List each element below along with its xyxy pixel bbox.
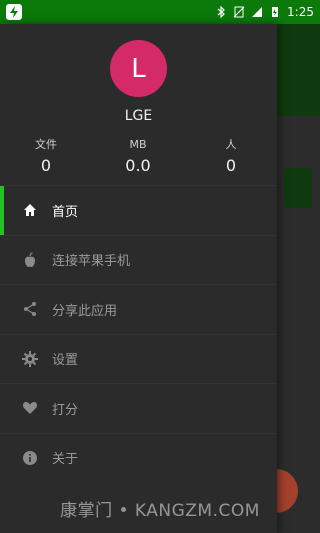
stat-mb-label: MB — [129, 138, 147, 151]
menu-item-rate[interactable]: 打分 — [0, 383, 277, 433]
stat-mb-value: 0.0 — [125, 156, 151, 175]
avatar[interactable]: L — [110, 40, 167, 97]
menu-label-home: 首页 — [52, 204, 79, 220]
watermark: 康掌门 • KANGZM.COM — [60, 501, 260, 521]
profile-header: L LGE 文件 0 MB 0.0 人 0 — [0, 24, 277, 185]
heart-icon — [22, 400, 38, 416]
menu-label-rate: 打分 — [52, 402, 79, 418]
navigation-drawer: L LGE 文件 0 MB 0.0 人 0 首页 连接苹果手机 分享此应用 设置… — [0, 24, 277, 533]
stat-people-value: 0 — [225, 156, 237, 175]
menu-label-share: 分享此应用 — [52, 303, 118, 319]
menu-item-connect-iphone[interactable]: 连接苹果手机 — [0, 234, 277, 285]
bluetooth-icon — [217, 6, 225, 18]
app-flash-icon — [6, 4, 22, 20]
drawer-menu: 首页 连接苹果手机 分享此应用 设置 打分 关于 — [0, 185, 277, 482]
profile-name: LGE — [124, 108, 153, 124]
menu-item-share[interactable]: 分享此应用 — [0, 284, 277, 334]
gear-icon — [22, 350, 38, 367]
menu-item-settings[interactable]: 设置 — [0, 333, 277, 384]
menu-label-about: 关于 — [52, 452, 79, 468]
clock: 1:25 — [287, 5, 314, 19]
status-bar: 1:25 — [0, 0, 320, 24]
signal-icon — [252, 7, 263, 17]
stat-files-label: 文件 — [35, 138, 57, 151]
active-indicator — [0, 186, 4, 235]
stat-mb: MB 0.0 — [108, 138, 168, 175]
info-icon — [22, 450, 38, 466]
stat-people-label: 人 — [225, 138, 237, 151]
battery-charging-icon — [272, 7, 279, 17]
menu-label-connect-iphone: 连接苹果手机 — [52, 254, 131, 270]
avatar-letter: L — [131, 53, 146, 84]
no-sim-icon — [233, 6, 245, 18]
stats-row: 文件 0 MB 0.0 人 0 — [0, 138, 277, 178]
background-tile — [284, 168, 312, 208]
apple-icon — [22, 252, 38, 268]
menu-item-about[interactable]: 关于 — [0, 432, 277, 483]
stat-people: 人 0 — [201, 138, 261, 175]
share-icon — [22, 301, 38, 317]
menu-item-home[interactable]: 首页 — [0, 185, 277, 235]
home-icon — [22, 202, 38, 218]
menu-label-settings: 设置 — [52, 353, 79, 369]
stat-files: 文件 0 — [16, 138, 76, 175]
stat-files-value: 0 — [40, 156, 52, 175]
